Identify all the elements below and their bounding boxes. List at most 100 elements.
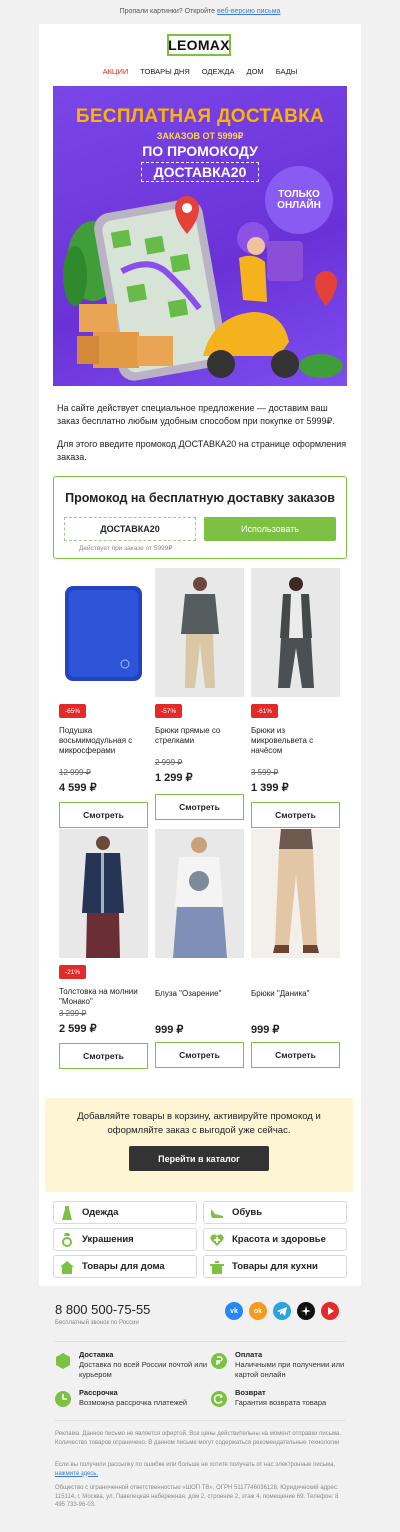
return-icon [211,1391,227,1407]
view-product-button[interactable]: Смотреть [59,1043,148,1069]
category-label: Украшения [82,1234,134,1245]
old-price: 3 599 ₽ [251,768,279,777]
promo-title: Промокод на бесплатную доставку заказов [65,491,335,505]
unsubscribe-link[interactable]: нажмите здесь. [55,1471,98,1477]
category-home[interactable]: Товары для дома [53,1255,197,1278]
product-image[interactable] [251,829,340,958]
discount-badge: -61% [251,704,279,718]
intro-paragraph-1: На сайте действует специальное предложен… [57,403,335,427]
phone-note: Бесплатный звонок по России [55,1320,139,1326]
product-image[interactable] [251,568,340,697]
category-label: Обувь [232,1207,263,1218]
house-icon [60,1260,74,1274]
product-image[interactable] [155,829,244,958]
old-price: 3 299 ₽ [59,1009,87,1018]
dress-icon [60,1206,74,1220]
social-links: vk ok [225,1302,339,1320]
category-kitchen[interactable]: Товары для кухни [203,1255,347,1278]
product-card[interactable]: -57% Брюки прямые со стрелками 2 999 ₽ 1… [155,568,244,820]
product-price: 999 ₽ [251,1024,280,1036]
nav-item-home[interactable]: ДОМ [247,67,264,76]
intro-text: На сайте действует специальное предложен… [57,402,347,464]
discount-badge: -21% [59,965,87,979]
star-icon[interactable] [297,1302,315,1320]
category-label: Красота и здоровье [232,1234,326,1245]
ruble-icon [211,1353,227,1369]
use-promo-button[interactable]: Использовать [204,517,336,541]
product-name[interactable]: Подушка восьмимодульная с микросферами [59,726,148,756]
go-to-catalog-button[interactable]: Перейти в каталог [129,1146,269,1171]
product-card[interactable]: -65% Подушка восьмимодульная с микросфер… [59,568,148,828]
view-product-button[interactable]: Смотреть [155,1042,244,1068]
nav-item-clothes[interactable]: ОДЕЖДА [202,67,235,76]
product-name[interactable]: Брюки "Даника" [251,989,340,999]
leomax-logo[interactable]: LEOMAX [167,34,231,56]
product-image[interactable] [59,829,148,958]
top-nav: АКЦИИ ТОВАРЫ ДНЯ ОДЕЖДА ДОМ БАДЫ [39,67,361,76]
category-jewelry[interactable]: Украшения [53,1228,197,1251]
nav-item-supplements[interactable]: БАДЫ [276,67,298,76]
product-image[interactable] [155,568,244,697]
category-label: Товары для кухни [232,1261,318,1272]
product-price: 1 399 ₽ [251,782,289,794]
view-product-button[interactable]: Смотреть [155,794,244,820]
hero-banner[interactable]: БЕСПЛАТНАЯ ДОСТАВКА ЗАКАЗОВ ОТ 5999₽ ПО … [53,86,347,386]
product-name[interactable]: Блуза "Озарение" [155,989,244,999]
product-price: 4 599 ₽ [59,782,97,794]
web-version-link[interactable]: веб-версию письма [217,8,280,15]
old-price: 12 999 ₽ [59,768,91,777]
footer-divider [55,1341,345,1342]
discount-badge: -65% [59,704,87,718]
legal-disclaimer: Реклама. Данное письмо не является оферт… [55,1431,341,1446]
hero-promo-label: ПО ПРОМОКОДУ [142,143,258,159]
unsubscribe-note: Если вы получили рассылку по ошибке или … [55,1462,335,1468]
hero-title: БЕСПЛАТНАЯ ДОСТАВКА [75,106,325,127]
nav-item-sales[interactable]: АКЦИИ [103,67,129,76]
category-clothes[interactable]: Одежда [53,1201,197,1224]
clock-icon [55,1391,71,1407]
footer-divider [55,1420,345,1421]
view-product-button[interactable]: Смотреть [251,1042,340,1068]
product-card[interactable]: -61% Брюки из микровельвета с начёсом 3 … [251,568,340,828]
preheader-text: Пропали картинки? Откройте [119,8,216,15]
phone-number[interactable]: 8 800 500-75-55 [55,1302,150,1317]
view-product-button[interactable]: Смотреть [251,802,340,828]
product-card[interactable]: Брюки "Даника" 999 ₽ Смотреть [251,829,340,1068]
product-name[interactable]: Толстовка на молнии "Монако" [59,987,148,1007]
email-card: LEOMAX АКЦИИ ТОВАРЫ ДНЯ ОДЕЖДА ДОМ БАДЫ … [39,24,361,1286]
ring-icon [60,1233,74,1247]
hero-subtitle: ЗАКАЗОВ ОТ 5999₽ [156,131,244,141]
product-image[interactable] [59,568,148,697]
youtube-icon[interactable] [321,1302,339,1320]
pot-icon [210,1260,224,1274]
discount-badge: -57% [155,704,183,718]
feature-desc: Возможна рассрочка платежей [79,1398,188,1407]
feature-desc: Гарантия возврата товара [235,1398,327,1407]
feature-desc: Доставка по всей России почтой или курье… [79,1360,208,1379]
feature-title: Оплата [235,1350,263,1359]
product-name[interactable]: Брюки из микровельвета с начёсом [251,726,340,756]
promo-code-field[interactable]: ДОСТАВКА20 [64,517,196,541]
preheader: Пропали картинки? Откройте веб-версию пи… [0,0,400,22]
category-shoes[interactable]: Обувь [203,1201,347,1224]
product-price: 2 599 ₽ [59,1023,97,1035]
view-product-button[interactable]: Смотреть [59,802,148,828]
product-card[interactable]: -21% Толстовка на молнии "Монако" 3 299 … [59,829,148,1069]
health-icon [210,1233,224,1247]
telegram-icon[interactable] [273,1302,291,1320]
delivery-illustration [63,196,343,381]
category-beauty-health[interactable]: Красота и здоровье [203,1228,347,1251]
product-price: 1 299 ₽ [155,772,193,784]
product-name[interactable]: Брюки прямые со стрелками [155,726,244,746]
shoe-icon [210,1206,224,1220]
ok-icon[interactable]: ok [249,1302,267,1320]
category-label: Одежда [82,1207,119,1218]
unsubscribe-text: Если вы получили рассылку по ошибке или … [55,1461,347,1478]
product-card[interactable]: Блуза "Озарение" 999 ₽ Смотреть [155,829,244,1068]
hero-promo-code: ДОСТАВКА20 [141,162,259,182]
company-info: Общество с ограниченной ответственностью… [55,1485,339,1509]
category-label: Товары для дома [82,1261,165,1272]
nav-item-deals[interactable]: ТОВАРЫ ДНЯ [140,67,189,76]
old-price: 2 999 ₽ [155,758,183,767]
vk-icon[interactable]: vk [225,1302,243,1320]
